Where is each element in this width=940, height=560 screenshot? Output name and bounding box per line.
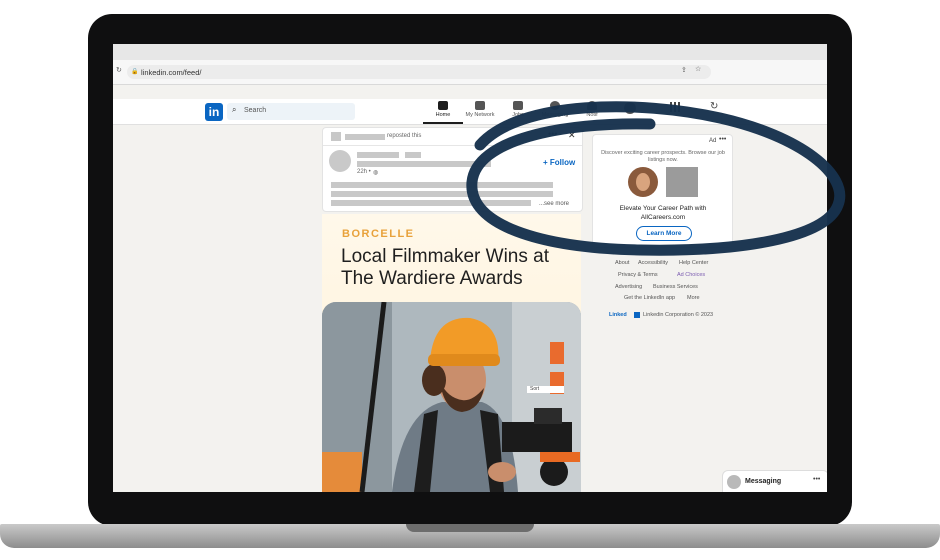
browser-address-bar: ↻ 🔒 linkedin.com/feed/ ⇪ ☆ <box>113 60 827 85</box>
learn-more-button[interactable]: Learn More <box>636 226 692 241</box>
briefcase-icon <box>513 101 523 110</box>
url-field[interactable]: 🔒 linkedin.com/feed/ <box>127 65 711 79</box>
bell-icon <box>587 101 597 110</box>
footer-get-app-link[interactable]: Get the LinkedIn app <box>624 295 675 301</box>
premium-icon[interactable]: ↻ <box>710 101 718 112</box>
sort-label[interactable]: Sort <box>527 386 564 393</box>
search-placeholder: Search <box>244 107 267 114</box>
author-avatar[interactable] <box>329 150 351 172</box>
repost-text: reposted this <box>387 133 422 139</box>
footer-more-link[interactable]: More <box>687 295 700 301</box>
footer-advertising-link[interactable]: Advertising <box>615 284 642 290</box>
nav-label: Messaging <box>541 112 569 118</box>
nav-item-jobs[interactable]: Jobs <box>498 101 538 118</box>
redacted-text-line <box>331 182 553 188</box>
nav-item-home[interactable]: Home <box>423 101 463 124</box>
filmmaker-photo: Sort <box>322 302 581 492</box>
footer-about-link[interactable]: About <box>615 260 629 266</box>
sponsored-ad-card: Ad ••• Discover exciting career prospect… <box>592 134 733 248</box>
linkedin-logo[interactable]: in <box>205 103 223 121</box>
footer-privacy-link[interactable]: Privacy & Terms <box>618 272 658 278</box>
search-icon: ⌕ <box>232 105 237 114</box>
nav-label: Notif <box>586 112 598 118</box>
feed-post-card: reposted this ••• ✕ 22h • ◍ + Follow ...… <box>322 127 583 212</box>
home-icon <box>438 101 448 110</box>
messaging-dock[interactable]: Messaging ••• <box>722 470 827 492</box>
apps-grid-icon[interactable] <box>670 102 680 112</box>
nav-item-my-network[interactable]: My Network <box>460 101 500 118</box>
redacted-headline <box>357 161 491 167</box>
search-input[interactable]: ⌕ Search <box>227 103 355 120</box>
messaging-label: Messaging <box>745 478 782 485</box>
redacted-text-line <box>331 200 531 206</box>
url-text: linkedin.com/feed/ <box>141 68 202 77</box>
profile-avatar[interactable] <box>624 102 636 114</box>
nav-item-notifications[interactable]: Notif <box>572 101 612 118</box>
follow-button[interactable]: + Follow <box>543 158 575 167</box>
redacted-degree <box>405 152 421 158</box>
footer-help-center-link[interactable]: Help Center <box>679 260 708 266</box>
close-icon[interactable]: ✕ <box>568 130 576 141</box>
filmmaker-illustration <box>322 302 581 492</box>
lock-icon: 🔒 <box>131 69 139 75</box>
ad-company-logo <box>666 167 698 197</box>
divider <box>323 145 582 146</box>
post-time: 22h • <box>357 169 371 175</box>
redacted-name <box>345 134 385 140</box>
see-more-link[interactable]: ...see more <box>539 201 569 207</box>
footer-copyright: Linkedin Corporation © 2023 <box>643 312 714 318</box>
more-options-icon[interactable]: ••• <box>548 129 557 139</box>
ad-label: Ad <box>709 138 717 144</box>
nav-label: My Network <box>465 112 495 118</box>
globe-icon: ◍ <box>373 170 379 176</box>
browser-tab-strip <box>113 44 827 60</box>
chat-icon <box>550 101 560 110</box>
reload-icon[interactable]: ↻ <box>116 66 122 74</box>
footer-accessibility-link[interactable]: Accessibility <box>638 260 668 266</box>
linkedin-top-nav: in ⌕ Search Home My Network Jobs Messagi… <box>113 99 827 125</box>
ad-description: Discover exciting career prospects. Brow… <box>601 150 725 163</box>
bookmark-star-icon[interactable]: ☆ <box>695 65 701 73</box>
nav-item-messaging[interactable]: Messaging <box>535 101 575 118</box>
footer-linkedin-wordmark: Linked <box>609 312 627 318</box>
post-headline: Local Filmmaker Wins at The Wardiere Awa… <box>341 246 549 289</box>
footer-business-services-link[interactable]: Business Services <box>653 284 698 290</box>
laptop-notch <box>406 524 534 532</box>
messaging-avatar <box>727 475 741 489</box>
footer-linkedin-in-icon <box>634 312 640 318</box>
redacted-text-line <box>331 191 553 197</box>
brand-name: BORCELLE <box>342 228 415 240</box>
network-icon <box>475 101 485 110</box>
nav-label: Home <box>435 112 451 118</box>
footer-ad-choices-link[interactable]: Ad Choices <box>677 272 705 278</box>
ad-more-icon[interactable]: ••• <box>719 136 726 143</box>
share-icon[interactable]: ⇪ <box>681 66 687 74</box>
repost-avatar <box>331 132 341 141</box>
featured-post-image[interactable]: BORCELLE Local Filmmaker Wins at The War… <box>322 214 581 492</box>
ad-person-avatar <box>628 167 658 197</box>
messaging-more-icon[interactable]: ••• <box>813 476 820 483</box>
nav-label: Jobs <box>512 112 524 118</box>
laptop-screen: ↻ 🔒 linkedin.com/feed/ ⇪ ☆ in ⌕ Search H… <box>113 44 827 492</box>
redacted-author-name <box>357 152 399 158</box>
ad-headline: Elevate Your Career Path with AllCareers… <box>619 205 707 221</box>
